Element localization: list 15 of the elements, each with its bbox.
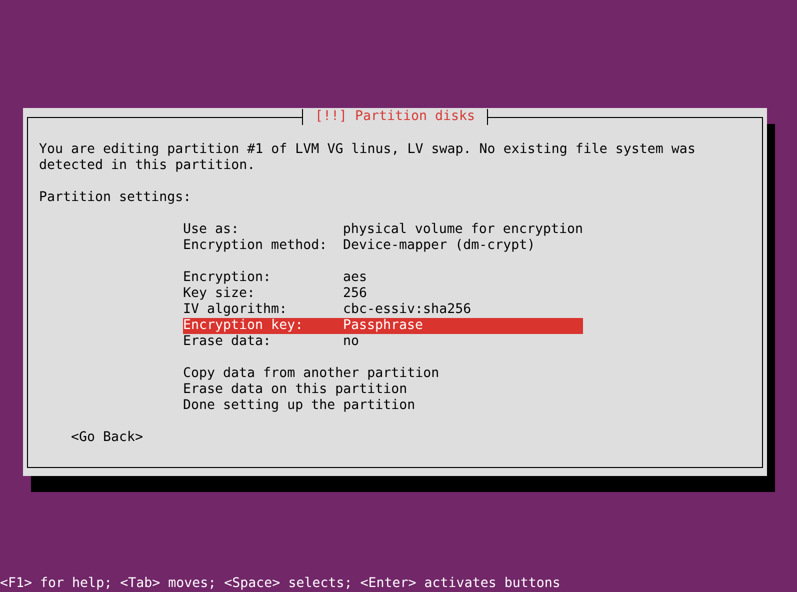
intro-text: You are editing partition #1 of LVM VG linus, LV swap. No existing file system was detected in this partition.	[39, 142, 696, 174]
settings-row[interactable]: Copy data from another partition	[183, 366, 583, 382]
go-back-button[interactable]: <Go Back>	[71, 430, 144, 446]
settings-row[interactable]: Use as: physical volume for encryption	[183, 222, 583, 238]
status-help-text: <F1> for help; <Tab> moves; <Space> selects; <Enter> activates buttons	[0, 576, 560, 591]
settings-row[interactable]: Key size: 256	[183, 286, 583, 302]
settings-row[interactable]: Encryption key: Passphrase	[183, 318, 583, 334]
settings-heading: Partition settings:	[39, 190, 192, 206]
settings-row[interactable]: Erase data: no	[183, 334, 583, 350]
dialog-title: [!!] Partition disks	[302, 109, 488, 125]
settings-row[interactable]: IV algorithm: cbc-essiv:sha256	[183, 302, 583, 318]
settings-row[interactable]: Erase data on this partition	[183, 382, 583, 398]
settings-row[interactable]: Encryption: aes	[183, 270, 583, 286]
settings-row[interactable]: Done setting up the partition	[183, 398, 583, 414]
settings-row[interactable]: Encryption method: Device-mapper (dm-crypt)	[183, 238, 583, 254]
